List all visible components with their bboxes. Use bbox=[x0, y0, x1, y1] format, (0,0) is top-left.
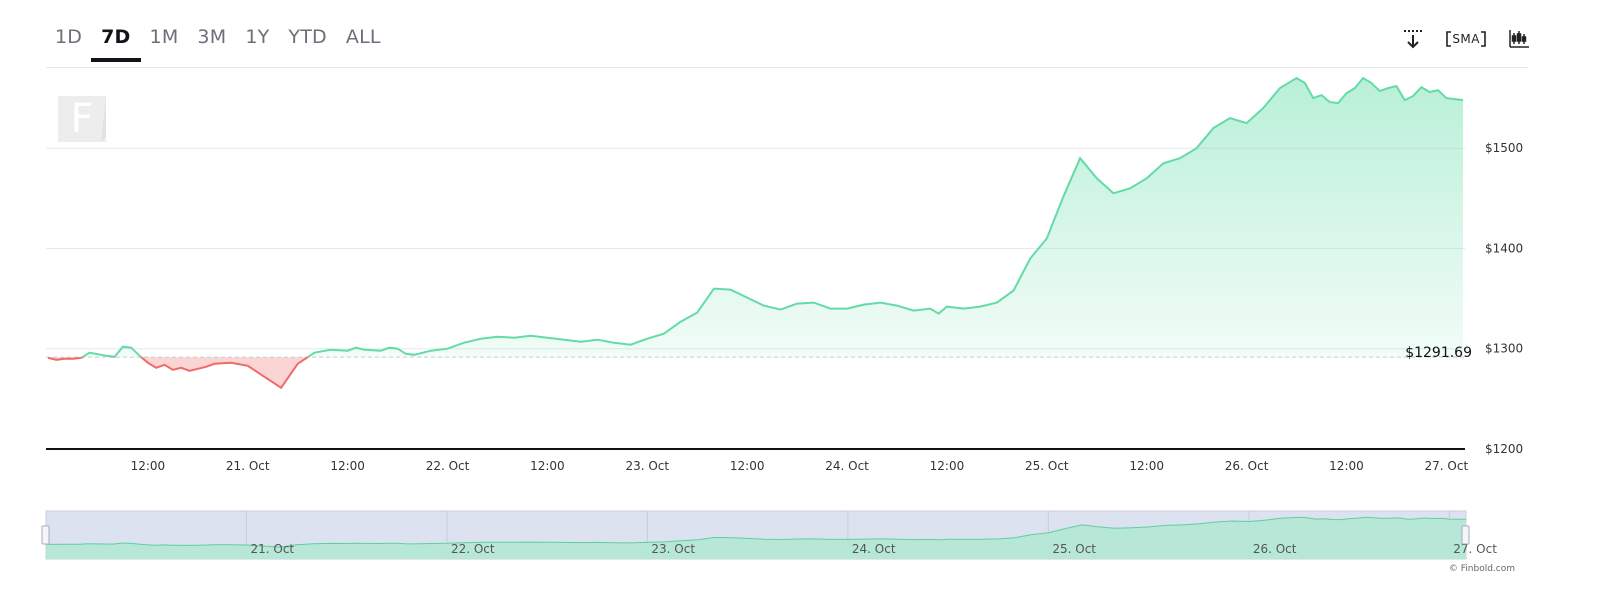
navigator-label: 22. Oct bbox=[451, 542, 495, 556]
navigator-label: 21. Oct bbox=[250, 542, 294, 556]
x-tick-label: 26. Oct bbox=[1225, 459, 1269, 473]
x-tick-label: 24. Oct bbox=[825, 459, 869, 473]
chart-widget: 1D 7D 1M 3M 1Y YTD ALL SMA F $1200 $1300… bbox=[0, 0, 1600, 601]
x-tick-label: 12:00 bbox=[930, 459, 965, 473]
reference-price-label: $1291.69 bbox=[1405, 345, 1472, 361]
navigator-label: 24. Oct bbox=[852, 542, 896, 556]
navigator-label: 26. Oct bbox=[1253, 542, 1297, 556]
y-tick-label: $1200 bbox=[1485, 442, 1523, 456]
area-above-reference bbox=[82, 78, 1463, 358]
x-tick-label: 12:00 bbox=[1129, 459, 1164, 473]
finbold-logo: F bbox=[58, 96, 106, 142]
x-tick-label: 12:00 bbox=[131, 459, 166, 473]
y-tick-label: $1400 bbox=[1485, 241, 1523, 255]
x-tick-label: 22. Oct bbox=[426, 459, 470, 473]
navigator-left-handle[interactable] bbox=[41, 525, 50, 545]
x-tick-label: 12:00 bbox=[530, 459, 565, 473]
y-tick-label: $1500 bbox=[1485, 141, 1523, 155]
x-tick-label: 27. Oct bbox=[1425, 459, 1469, 473]
navigator-label: 27. Oct bbox=[1453, 542, 1497, 556]
y-tick-label: $1300 bbox=[1485, 342, 1523, 356]
price-series bbox=[46, 76, 1465, 390]
navigator-label: 25. Oct bbox=[1052, 542, 1096, 556]
price-chart: F $1200$1300$1400$1500 12:00 21. Oct 12:00… bbox=[41, 76, 1523, 574]
x-tick-label: 12:00 bbox=[1329, 459, 1364, 473]
x-tick-label: 12:00 bbox=[330, 459, 365, 473]
x-tick-label: 23. Oct bbox=[625, 459, 669, 473]
x-axis: 12:00 21. Oct 12:00 22. Oct 12:00 23. Oct 12:0… bbox=[131, 459, 1469, 473]
navigator-right-handle[interactable] bbox=[1461, 525, 1470, 545]
x-tick-label: 21. Oct bbox=[226, 459, 270, 473]
navigator-label: 23. Oct bbox=[651, 542, 695, 556]
copyright-credit: © Finbold.com bbox=[1449, 564, 1515, 574]
logo-letter: F bbox=[70, 96, 93, 142]
x-tick-label: 25. Oct bbox=[1025, 459, 1069, 473]
x-tick-label: 12:00 bbox=[730, 459, 765, 473]
navigator: 21. Oct 22. Oct 23. Oct 24. Oct 25. Oct 26. O… bbox=[41, 510, 1497, 560]
